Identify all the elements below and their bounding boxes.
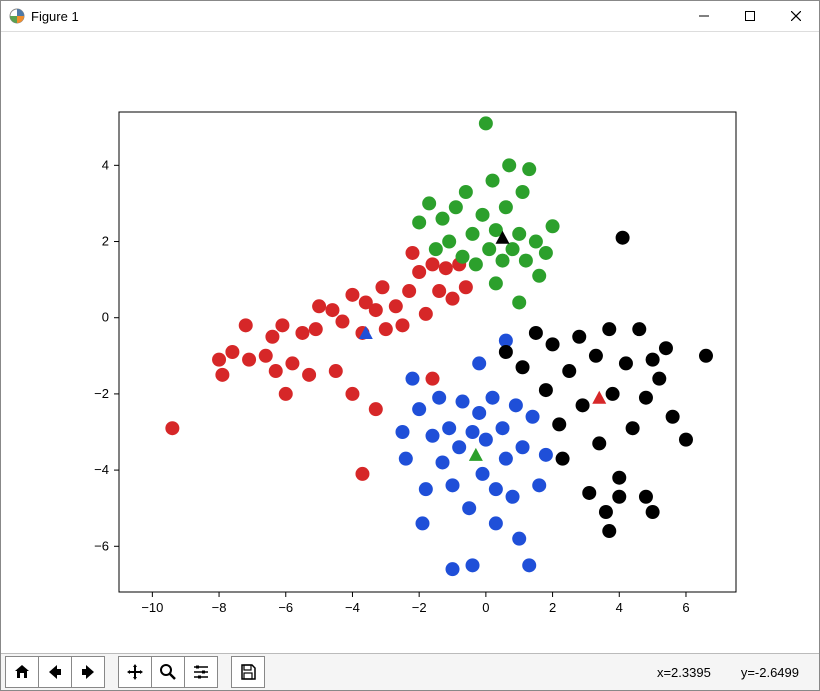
svg-text:−4: −4 — [94, 462, 109, 477]
close-button[interactable] — [773, 1, 819, 31]
plot-area[interactable]: −10 −8 −6 −4 −2 0 2 4 6 −6 −4 −2 0 2 4 — [1, 32, 819, 653]
toolbar: x=2.3395 y=-2.6499 — [1, 653, 819, 690]
svg-text:0: 0 — [482, 600, 489, 615]
figure-window: Figure 1 −10 −8 −6 −4 −2 0 2 4 6 −6 −4 −2 0 2 4 — [0, 0, 820, 691]
svg-text:−10: −10 — [141, 600, 163, 615]
svg-text:0: 0 — [102, 310, 109, 325]
svg-text:2: 2 — [549, 600, 556, 615]
svg-text:6: 6 — [682, 600, 689, 615]
zoom-button[interactable] — [151, 656, 185, 688]
cursor-coords: x=2.3395 y=-2.6499 — [657, 665, 799, 680]
window-title: Figure 1 — [31, 9, 79, 24]
svg-text:2: 2 — [102, 234, 109, 249]
svg-text:−8: −8 — [212, 600, 227, 615]
scatter-plot: −10 −8 −6 −4 −2 0 2 4 6 −6 −4 −2 0 2 4 — [1, 32, 819, 655]
svg-text:4: 4 — [102, 157, 109, 172]
home-button[interactable] — [5, 656, 39, 688]
maximize-button[interactable] — [727, 1, 773, 31]
svg-text:−2: −2 — [412, 600, 427, 615]
svg-text:−4: −4 — [345, 600, 360, 615]
pan-button[interactable] — [118, 656, 152, 688]
minimize-button[interactable] — [681, 1, 727, 31]
back-button[interactable] — [38, 656, 72, 688]
forward-button[interactable] — [71, 656, 105, 688]
titlebar: Figure 1 — [1, 1, 819, 32]
svg-text:−6: −6 — [278, 600, 293, 615]
configure-button[interactable] — [184, 656, 218, 688]
svg-text:−6: −6 — [94, 538, 109, 553]
svg-text:4: 4 — [616, 600, 623, 615]
svg-text:−2: −2 — [94, 386, 109, 401]
app-icon — [9, 8, 25, 24]
save-button[interactable] — [231, 656, 265, 688]
